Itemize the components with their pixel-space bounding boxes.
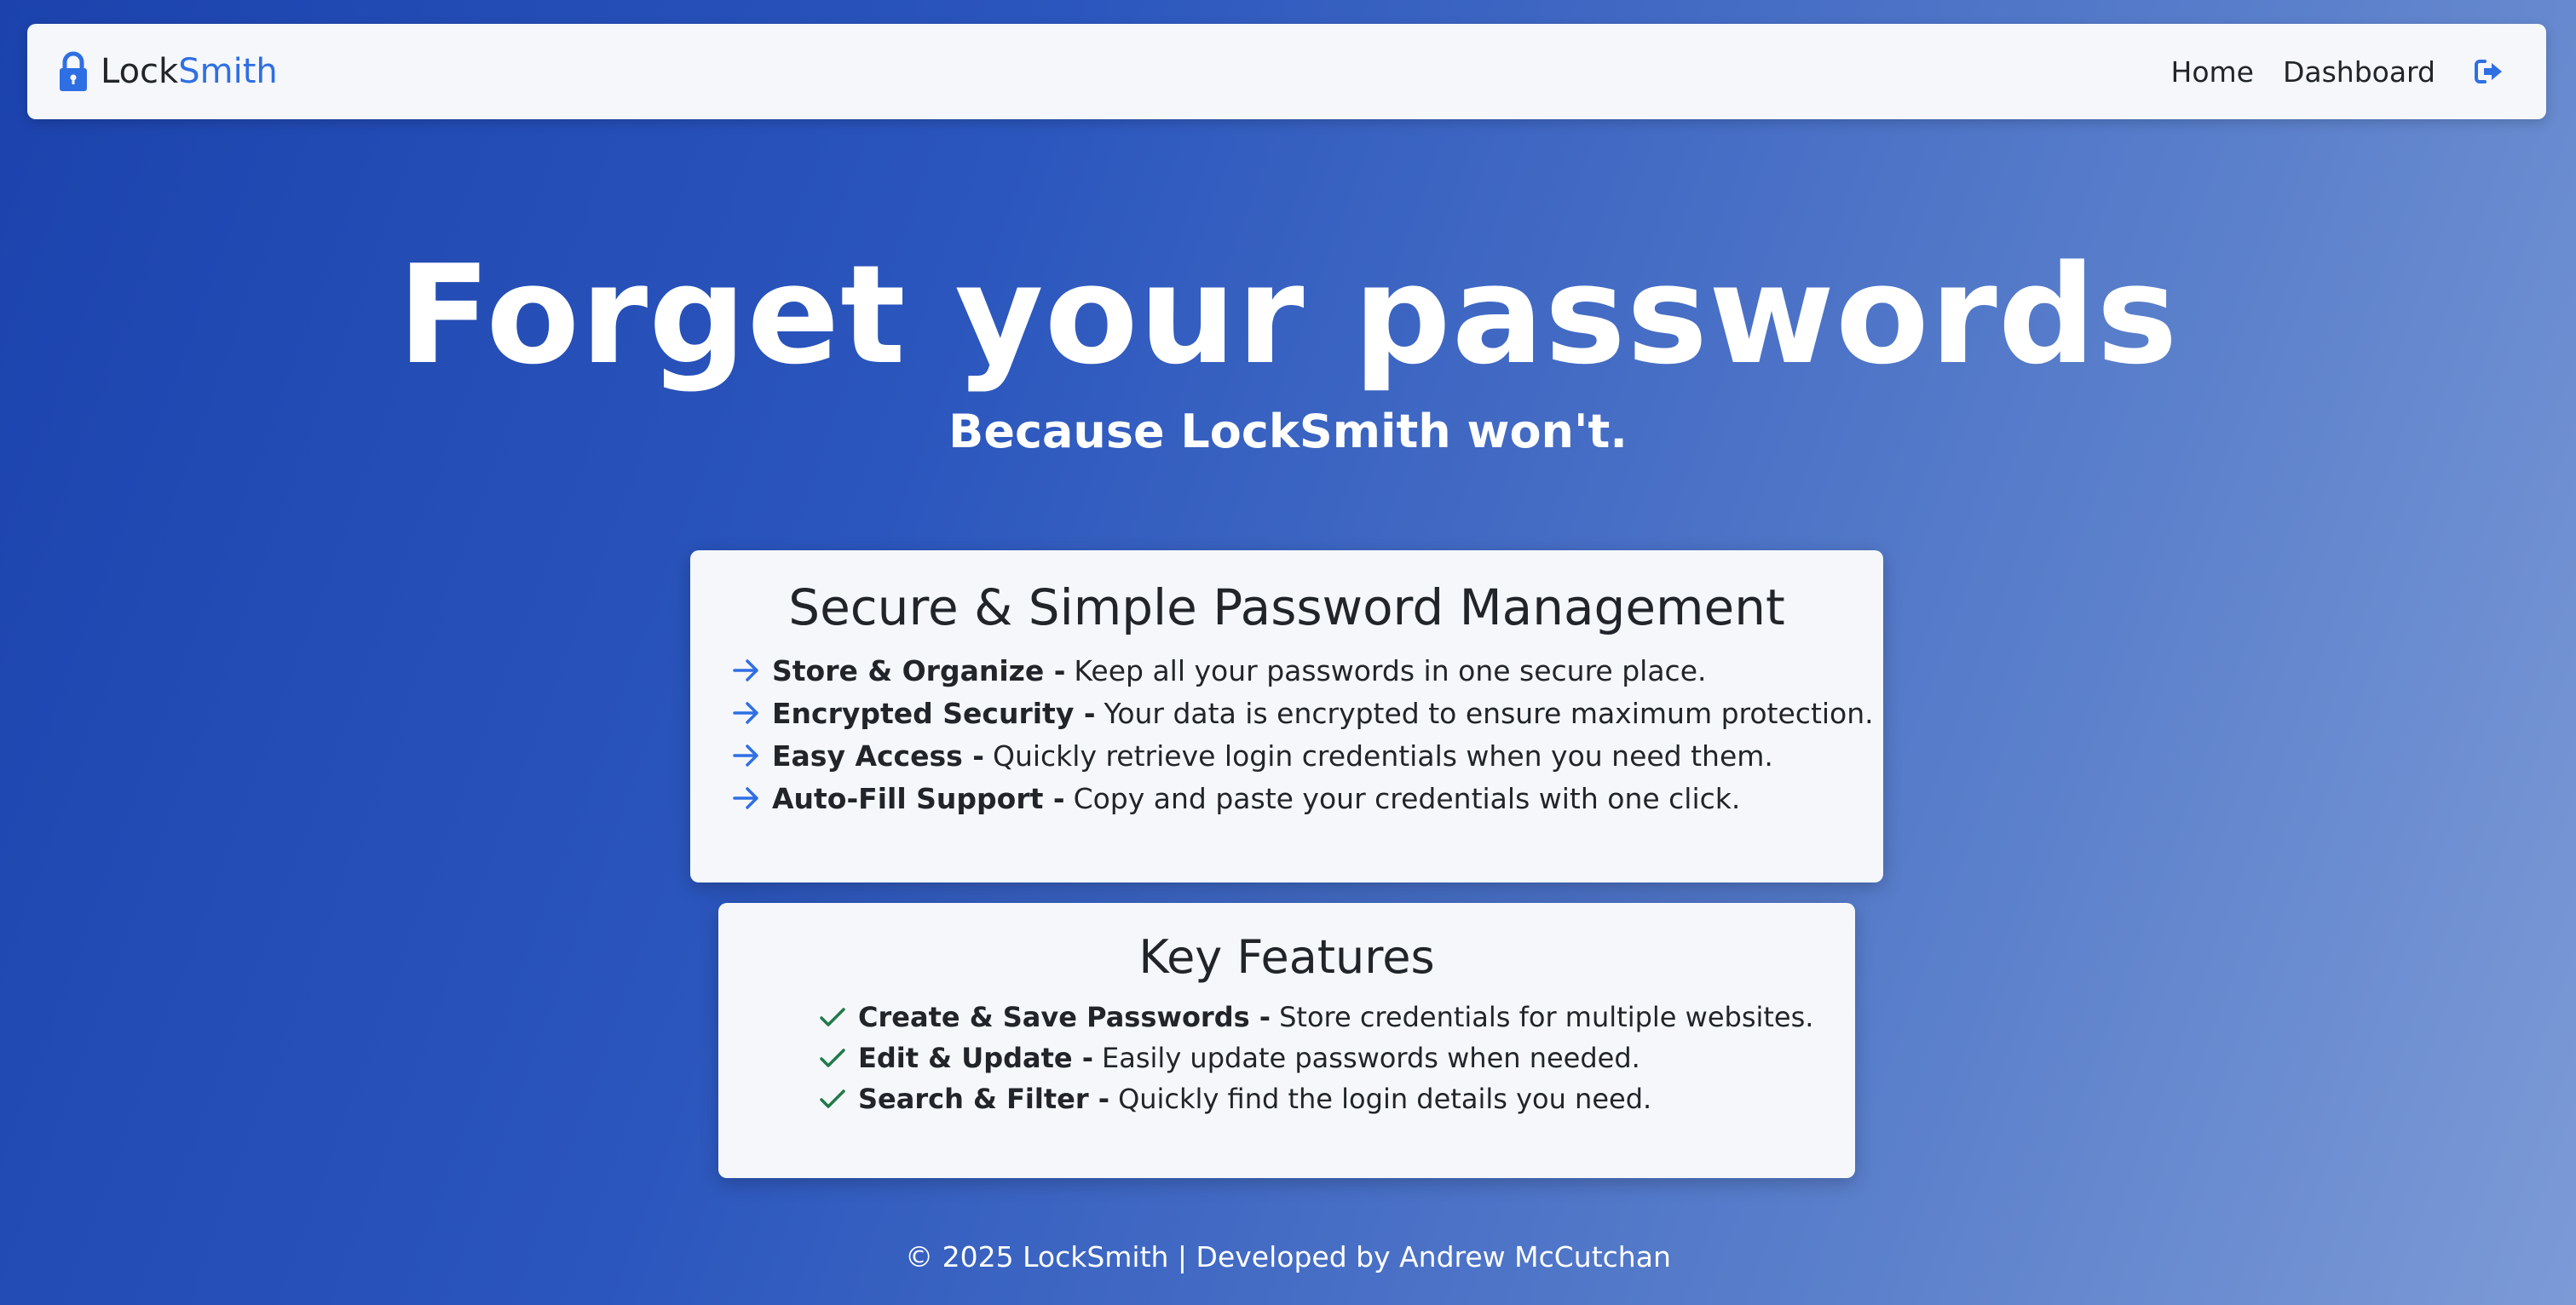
list-item: Auto-Fill Support - Copy and paste your …	[733, 777, 1883, 819]
list-item: Encrypted Security - Your data is encryp…	[733, 692, 1883, 734]
item-text: Keep all your passwords in one secure pl…	[1074, 653, 1707, 687]
check-icon	[819, 1005, 858, 1029]
item-heading: Edit & Update -	[858, 1042, 1094, 1074]
item-text: Copy and paste your credentials with one…	[1073, 781, 1741, 815]
list-item: Create & Save Passwords - Store credenti…	[819, 997, 1855, 1038]
logout-button[interactable]	[2475, 59, 2504, 84]
management-list: Store & Organize - Keep all your passwor…	[690, 649, 1883, 819]
management-card-title: Secure & Simple Password Management	[788, 578, 1785, 636]
management-card: Secure & Simple Password Management Stor…	[690, 550, 1883, 882]
item-heading: Search & Filter -	[858, 1083, 1110, 1115]
arrow-right-icon	[733, 786, 772, 810]
brand-lock-text: Lock	[101, 52, 179, 91]
nav-links: Home Dashboard	[2142, 24, 2504, 119]
hero-subtitle: Because LockSmith won't.	[948, 405, 1628, 458]
features-card: Key Features Create & Save Passwords - S…	[718, 903, 1855, 1178]
item-text: Your data is encrypted to ensure maximum…	[1104, 696, 1874, 730]
arrow-right-icon	[733, 658, 772, 682]
brand-smith-text: Smith	[178, 52, 278, 91]
item-heading: Easy Access -	[772, 739, 984, 773]
features-card-title: Key Features	[1138, 930, 1435, 984]
item-text: Quickly find the login details you need.	[1118, 1083, 1652, 1115]
item-heading: Encrypted Security -	[772, 696, 1096, 730]
navbar: Lock Smith Home Dashboard	[27, 24, 2546, 119]
arrow-right-icon	[733, 701, 772, 725]
list-item: Edit & Update - Easily update passwords …	[819, 1038, 1855, 1078]
item-heading: Create & Save Passwords -	[858, 1001, 1271, 1033]
check-icon	[819, 1087, 858, 1111]
arrow-right-icon	[733, 744, 772, 767]
list-item: Store & Organize - Keep all your passwor…	[733, 649, 1883, 692]
brand-logo-link[interactable]: Lock Smith	[58, 24, 278, 119]
nav-dashboard-link[interactable]: Dashboard	[2283, 55, 2435, 89]
footer-copyright: © 2025 LockSmith | Developed by Andrew M…	[905, 1240, 1671, 1273]
item-text: Easily update passwords when needed.	[1102, 1042, 1640, 1074]
nav-home-link[interactable]: Home	[2171, 55, 2254, 89]
features-list: Create & Save Passwords - Store credenti…	[718, 997, 1855, 1119]
item-heading: Store & Organize -	[772, 653, 1066, 687]
lock-icon	[60, 51, 87, 91]
item-heading: Auto-Fill Support -	[772, 781, 1065, 815]
check-icon	[819, 1046, 858, 1070]
item-text: Store credentials for multiple websites.	[1279, 1001, 1814, 1033]
list-item: Search & Filter - Quickly find the login…	[819, 1078, 1855, 1119]
hero-title: Forget your passwords	[397, 235, 2179, 394]
sign-out-icon	[2475, 60, 2502, 83]
list-item: Easy Access - Quickly retrieve login cre…	[733, 734, 1883, 777]
item-text: Quickly retrieve login credentials when …	[992, 739, 1773, 773]
